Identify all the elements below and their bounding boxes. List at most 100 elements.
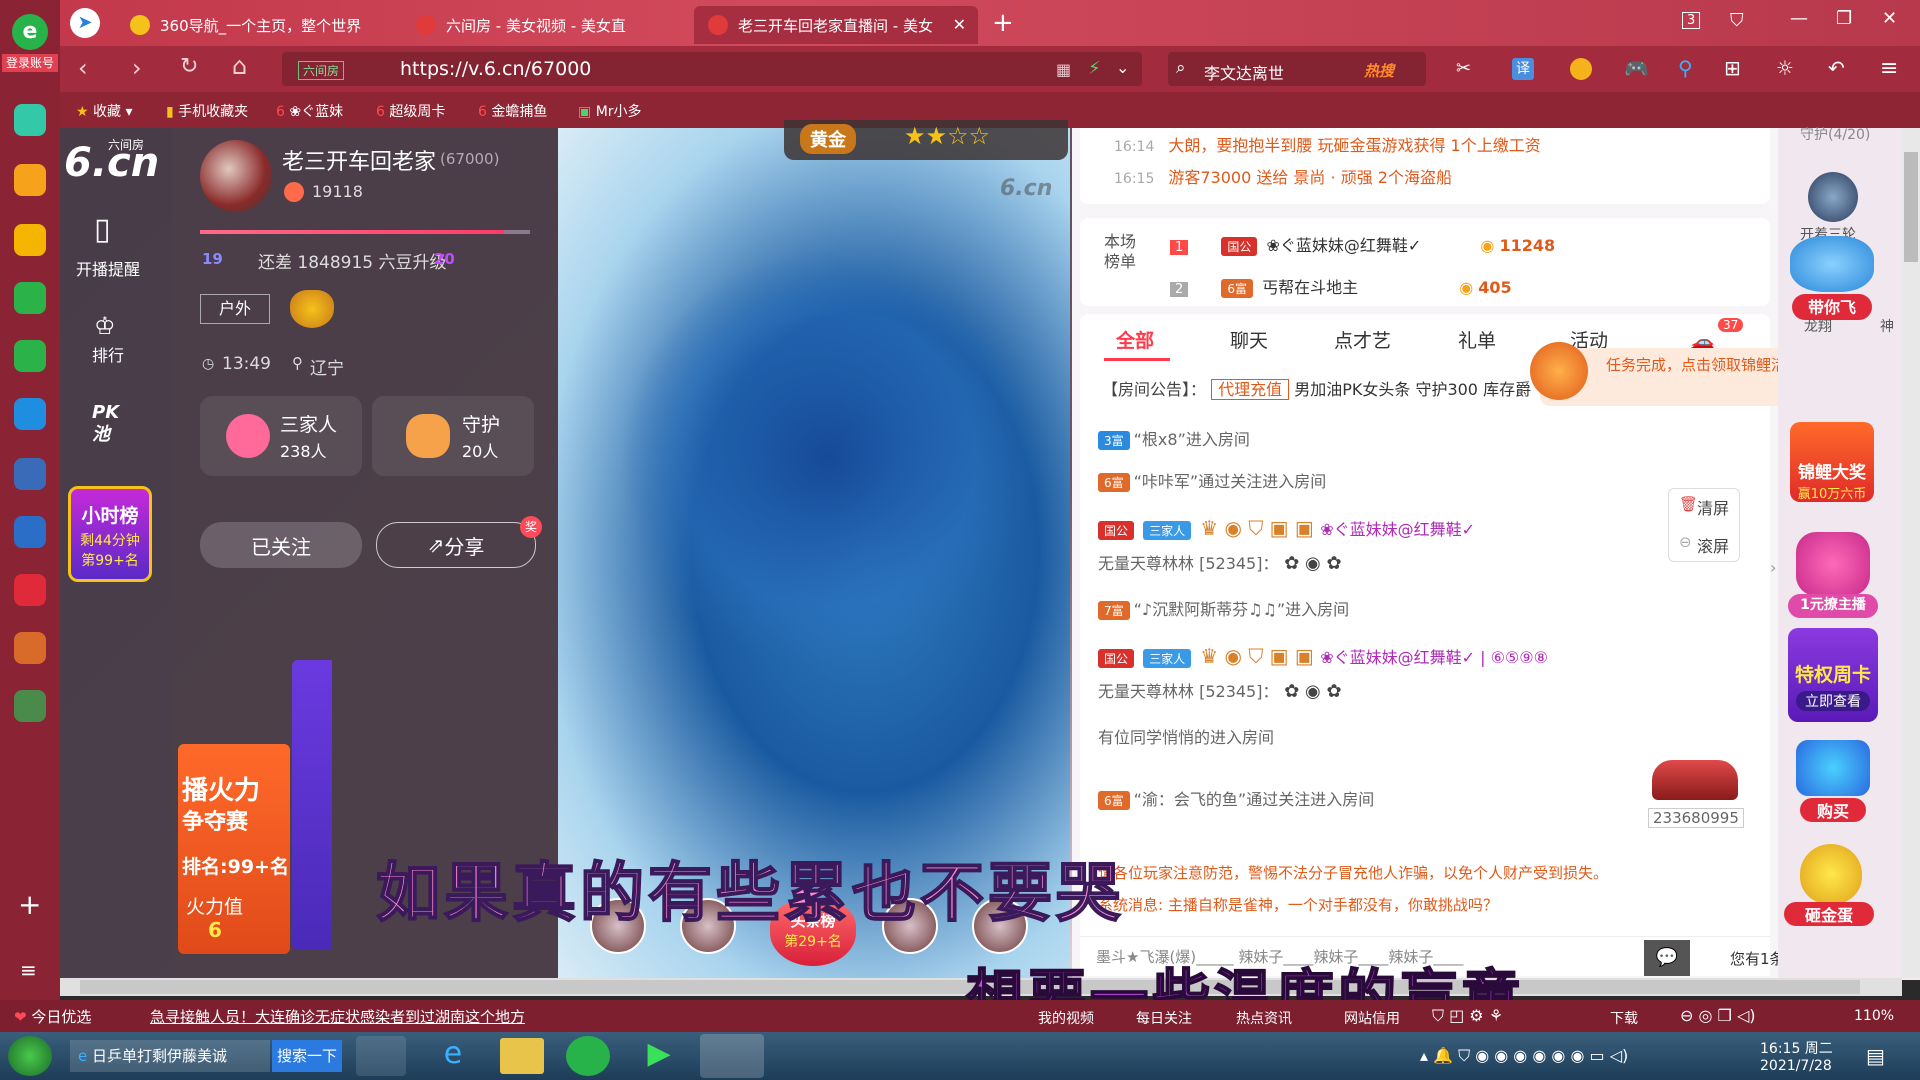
chat-message[interactable]: 无量天尊林林 [52345]： ✿ ◉ ✿ (1098, 550, 1342, 574)
tab-all[interactable]: 全部 (1116, 326, 1154, 353)
bookmark-mrxiaoduo[interactable]: ▣ Mr小多 (578, 101, 642, 121)
close-tab-icon[interactable]: ✕ (953, 15, 966, 34)
promo-banner-side[interactable] (292, 660, 332, 950)
taskbar-search-button[interactable]: 搜索一下 (272, 1040, 342, 1072)
notice-tag[interactable]: 代理充值 (1211, 379, 1290, 400)
browser-logo-icon[interactable]: ➤ (70, 8, 100, 38)
news-icon[interactable] (14, 458, 46, 490)
crown-icon[interactable]: ♔ (94, 312, 116, 340)
grid-icon[interactable]: ⊞ (1724, 56, 1741, 80)
home-icon[interactable]: ⌂ (232, 52, 247, 80)
smash-egg-button[interactable]: 砸金蛋 (1784, 902, 1874, 926)
game2-icon[interactable] (14, 690, 46, 722)
ie-logo-icon[interactable]: e (12, 14, 48, 50)
search-query[interactable]: 李文达离世 (1204, 60, 1284, 84)
tab-active-room[interactable]: 老三开车回老家直播间 - 美女 ✕ (694, 6, 978, 44)
nav-live-remind[interactable]: 开播提醒 (76, 256, 140, 280)
chat-message[interactable]: 6富 “咔咔军”通过关注进入房间 (1098, 468, 1326, 492)
chat-message[interactable]: 7富 “♪沉默阿斯蒂芬♫♫”进入房间 (1098, 596, 1349, 620)
golden-egg-icon[interactable] (1800, 844, 1862, 904)
xiaohongshu-icon[interactable] (14, 574, 46, 606)
chat-message[interactable]: 有位同学悄悄的进入房间 (1098, 724, 1274, 748)
bookmark-fish[interactable]: 6 金蟾捕鱼 (478, 101, 547, 121)
chat-message[interactable]: 国公 三家人 ♛ ◉ ⛉ ▣ ▣ ❀ぐ蓝妹妹@红舞鞋✓ | ⑥⑤⑨⑧ (1098, 644, 1548, 668)
phone-icon[interactable]: ▯ (94, 212, 111, 247)
guard-card[interactable]: 守护 20人 (372, 396, 534, 476)
tab-count[interactable]: 3 (1682, 12, 1701, 29)
chat-message[interactable]: 6富 “渝：会飞的鱼”通过关注进入房间 (1098, 786, 1374, 810)
brightness-icon[interactable]: ☼ (1776, 56, 1794, 80)
taskbar-player-icon[interactable]: ▶ (634, 1036, 684, 1076)
taskbar-ie-icon[interactable]: e (428, 1036, 478, 1076)
message-icon[interactable]: 💬 (1644, 940, 1690, 976)
cloud-icon[interactable] (14, 340, 46, 372)
category-tag[interactable]: 户外 (200, 294, 270, 324)
add-sidebar-icon[interactable]: + (18, 888, 41, 921)
taskbar-k-icon[interactable] (356, 1036, 406, 1076)
privilege-card[interactable]: 特权周卡 立即查看 (1788, 628, 1878, 722)
clear-screen-button[interactable]: 🗑 清屏 ⊖ 滚屏 (1668, 488, 1740, 562)
close-window-icon[interactable]: ✕ (1882, 8, 1897, 29)
dropdown-icon[interactable]: ⌄ (1116, 58, 1129, 77)
bookmark-lanmei[interactable]: 6 ❀ぐ蓝妹 (276, 101, 343, 121)
rank-board-label[interactable]: 本场榜单 (1104, 232, 1144, 272)
start-button[interactable] (8, 1036, 52, 1076)
back-icon[interactable]: ‹ (78, 54, 88, 82)
plus-green-icon[interactable] (14, 104, 46, 136)
koi-prize-card[interactable]: 锦鲤大奖 赢10万六币 (1790, 422, 1874, 502)
nav-rank[interactable]: 排行 (92, 342, 124, 366)
taskbar-game-icon[interactable] (700, 1034, 764, 1078)
gamepad-icon[interactable]: 🎮 (1624, 56, 1649, 80)
taskbar-search-app[interactable]: e 日乒单打剩伊藤美诚 (70, 1040, 270, 1072)
site-logo[interactable]: 6.cn (64, 140, 159, 186)
taskbar-360-icon[interactable] (566, 1036, 610, 1076)
weibo-icon[interactable] (14, 224, 46, 256)
status-site-credit[interactable]: 网站信用 (1344, 1008, 1400, 1028)
guard-avatar[interactable] (1808, 172, 1858, 222)
forward-icon[interactable]: › (132, 54, 142, 82)
clock-time[interactable]: 16:15 周二 (1760, 1038, 1833, 1058)
refresh-icon[interactable]: ↻ (180, 54, 198, 79)
hour-rank-card[interactable]: 小时榜 剩44分钟 第99+名 (68, 486, 152, 582)
tab-360[interactable]: 360导航_一个主页，整个世界 (116, 6, 396, 44)
anchor-avatar[interactable] (200, 140, 272, 212)
status-daily-follow[interactable]: 每日关注 (1136, 1008, 1192, 1028)
panel-collapse-icon[interactable]: › (1770, 558, 1776, 577)
status-tool-icons[interactable]: ⛉ ◰ ⚙ ⚘ (1432, 1006, 1503, 1026)
chat-message[interactable]: 无量天尊林林 [52345]： ✿ ◉ ✿ (1098, 678, 1342, 702)
chat-message[interactable]: 3富 “根x8”进入房间 (1098, 426, 1250, 450)
scissors-icon[interactable]: ✂ (1456, 58, 1471, 79)
promo-card[interactable]: 播火力 争夺赛 排名:99+名 火力值 6 (178, 744, 290, 954)
family-card[interactable]: 三家人 238人 (200, 396, 362, 476)
doc-icon[interactable] (14, 516, 46, 548)
vertical-scroll-thumb[interactable] (1904, 152, 1918, 262)
tab-talent[interactable]: 点才艺 (1334, 326, 1391, 353)
new-tab-button[interactable]: + (992, 8, 1014, 38)
rank-row[interactable]: 1 国公 ❀ぐ蓝妹妹@红舞鞋✓ ◉ 11248 (1170, 232, 1555, 256)
tray-icons[interactable]: ▴ 🔔 ⛉ ◉ ◉ ◉ ◉ ◉ ◉ ▭ ◁) (1420, 1046, 1628, 1066)
tab-6cn[interactable]: 六间房 - 美女视频 - 美女直 (402, 6, 688, 44)
today-pick[interactable]: ❤ 今日优选 (14, 1006, 91, 1027)
heart-gift-icon[interactable] (1796, 532, 1870, 596)
p-app-icon[interactable] (14, 398, 46, 430)
tab-chat[interactable]: 聊天 (1230, 326, 1268, 353)
share-button[interactable]: ⇗ 分享 (376, 522, 536, 568)
buy-button[interactable]: 购买 (1800, 798, 1866, 822)
menu-icon[interactable]: ≡ (1880, 56, 1898, 81)
status-hot-news[interactable]: 热点资讯 (1236, 1008, 1292, 1028)
rank-row[interactable]: 2 6富 丐帮在斗地主 ◉ 405 (1170, 274, 1512, 298)
status-right-icons[interactable]: ⊖ ◎ ❐ ◁) (1680, 1006, 1756, 1025)
menu-list-icon[interactable]: ≡ (20, 958, 37, 982)
news-link[interactable]: 急寻接触人员！大连确诊无症状感染者到过湖南这个地方 (150, 1006, 525, 1027)
tab-gift-list[interactable]: 礼单 (1458, 326, 1496, 353)
bookmark-weekcard[interactable]: 6 超级周卡 (376, 101, 445, 121)
login-button[interactable]: 登录账号 (2, 54, 58, 72)
nav-pk-pool[interactable]: PK池 (92, 402, 126, 446)
translate-button[interactable]: 译 (1512, 58, 1534, 80)
clock-date[interactable]: 2021/7/28 (1760, 1058, 1832, 1074)
url-text[interactable]: https://v.6.cn/67000 (400, 58, 591, 80)
game-icon[interactable] (14, 632, 46, 664)
zoom-level[interactable]: 110% (1854, 1008, 1894, 1024)
one-yuan-button[interactable]: 1元撩主播 (1788, 594, 1878, 618)
taskbar-folder-icon[interactable] (500, 1038, 544, 1074)
